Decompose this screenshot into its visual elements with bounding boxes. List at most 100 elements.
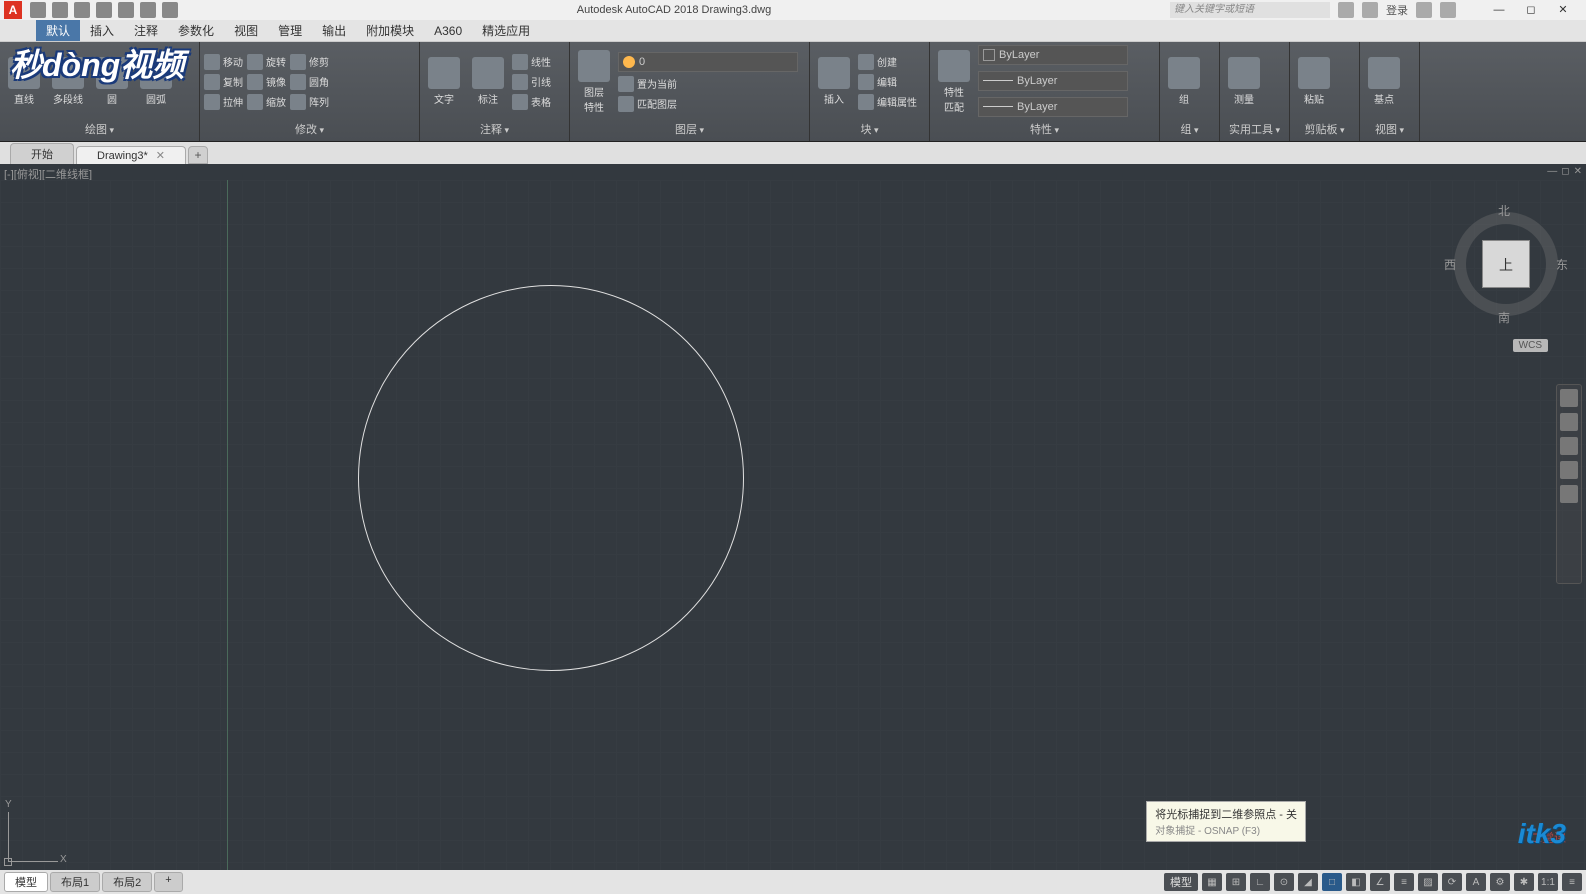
help-icon[interactable] <box>1440 2 1456 18</box>
tab-default[interactable]: 默认 <box>36 20 80 41</box>
basepoint-button[interactable]: 基点 <box>1364 57 1404 106</box>
qat-undo-icon[interactable] <box>140 2 156 18</box>
sb-annovisibility-toggle[interactable]: ✱ <box>1514 873 1534 891</box>
sb-lweight-toggle[interactable]: ≡ <box>1394 873 1414 891</box>
edit-attrib-button[interactable]: 编辑属性 <box>858 94 917 110</box>
tab-a360[interactable]: A360 <box>424 22 472 40</box>
layer-props-button[interactable]: 图层 特性 <box>574 50 614 114</box>
tab-drawing3[interactable]: Drawing3*✕ <box>76 146 186 164</box>
new-tab-button[interactable]: + <box>188 146 208 164</box>
tab-start[interactable]: 开始 <box>10 143 74 164</box>
nav-pan-icon[interactable] <box>1560 413 1578 431</box>
sb-osnap-toggle[interactable]: □ <box>1322 873 1342 891</box>
rotate-button[interactable]: 旋转 <box>247 54 286 70</box>
insert-block-button[interactable]: 插入 <box>814 57 854 106</box>
tab-manage[interactable]: 管理 <box>268 20 312 41</box>
nav-wheel-icon[interactable] <box>1560 389 1578 407</box>
panel-modify-label[interactable]: 修改 <box>204 119 415 139</box>
array-button[interactable]: 阵列 <box>290 94 329 110</box>
viewcube[interactable]: 上 北 南 东 西 <box>1446 204 1566 324</box>
help-search-input[interactable]: 键入关键字或短语 <box>1170 2 1330 18</box>
lineweight-dropdown[interactable]: ByLayer <box>978 71 1128 91</box>
panel-clip-label[interactable]: 剪贴板 <box>1294 119 1355 139</box>
sb-workspace-toggle[interactable]: ⚙ <box>1490 873 1510 891</box>
wcs-badge[interactable]: WCS <box>1513 339 1548 352</box>
tab-insert[interactable]: 插入 <box>80 20 124 41</box>
tab-parametric[interactable]: 参数化 <box>168 20 224 41</box>
panel-block-label[interactable]: 块 <box>814 119 925 139</box>
qat-save-icon[interactable] <box>74 2 90 18</box>
circle-entity[interactable] <box>358 285 744 671</box>
qat-open-icon[interactable] <box>52 2 68 18</box>
nav-zoom-icon[interactable] <box>1560 437 1578 455</box>
sb-transparency-toggle[interactable]: ▨ <box>1418 873 1438 891</box>
window-close-icon[interactable]: ✕ <box>1548 1 1578 19</box>
measure-button[interactable]: 测量 <box>1224 57 1264 106</box>
text-button[interactable]: 文字 <box>424 57 464 106</box>
move-button[interactable]: 移动 <box>204 54 243 70</box>
paste-button[interactable]: 粘贴 <box>1294 57 1334 106</box>
layout2-tab[interactable]: 布局2 <box>102 872 152 892</box>
add-layout-button[interactable]: + <box>154 872 182 892</box>
scale-button[interactable]: 缩放 <box>247 94 286 110</box>
tab-output[interactable]: 输出 <box>312 20 356 41</box>
compass-west[interactable]: 西 <box>1444 256 1456 273</box>
layer-dropdown[interactable]: 0 <box>618 52 798 72</box>
viewport-min-icon[interactable]: — <box>1547 166 1557 177</box>
dimension-button[interactable]: 标注 <box>468 57 508 106</box>
sb-units-toggle[interactable]: 1:1 <box>1538 873 1558 891</box>
panel-view-label[interactable]: 视图 <box>1364 119 1415 139</box>
mirror-button[interactable]: 镜像 <box>247 74 286 90</box>
sb-polar-toggle[interactable]: ⊙ <box>1274 873 1294 891</box>
group-button[interactable]: 组 <box>1164 57 1204 106</box>
viewcube-top-face[interactable]: 上 <box>1482 240 1530 288</box>
create-block-button[interactable]: 创建 <box>858 54 917 70</box>
compass-south[interactable]: 南 <box>1498 309 1510 326</box>
modelspace-tab[interactable]: 模型 <box>4 872 48 892</box>
layout1-tab[interactable]: 布局1 <box>50 872 100 892</box>
qat-plot-icon[interactable] <box>118 2 134 18</box>
panel-layer-label[interactable]: 图层 <box>574 119 805 139</box>
sb-3dosnap-toggle[interactable]: ◧ <box>1346 873 1366 891</box>
panel-draw-label[interactable]: 绘图 <box>4 119 195 139</box>
signin-icon[interactable] <box>1362 2 1378 18</box>
qat-saveas-icon[interactable] <box>96 2 112 18</box>
infocenter-icon[interactable] <box>1338 2 1354 18</box>
panel-annot-label[interactable]: 注释 <box>424 119 565 139</box>
fillet-button[interactable]: 圆角 <box>290 74 329 90</box>
table-button[interactable]: 表格 <box>512 94 551 110</box>
edit-block-button[interactable]: 编辑 <box>858 74 917 90</box>
window-restore-icon[interactable]: ◻ <box>1516 1 1546 19</box>
tab-annotate[interactable]: 注释 <box>124 20 168 41</box>
sb-snap-toggle[interactable]: ⊞ <box>1226 873 1246 891</box>
stretch-button[interactable]: 拉伸 <box>204 94 243 110</box>
sb-customize-button[interactable]: ≡ <box>1562 873 1582 891</box>
sb-cycling-toggle[interactable]: ⟳ <box>1442 873 1462 891</box>
copy-button[interactable]: 复制 <box>204 74 243 90</box>
tab-view[interactable]: 视图 <box>224 20 268 41</box>
nav-orbit-icon[interactable] <box>1560 461 1578 479</box>
exchange-icon[interactable] <box>1416 2 1432 18</box>
compass-east[interactable]: 东 <box>1556 256 1568 273</box>
panel-util-label[interactable]: 实用工具 <box>1224 119 1285 139</box>
linetype-dropdown[interactable]: ByLayer <box>978 97 1128 117</box>
tab-close-icon[interactable]: ✕ <box>156 150 165 162</box>
drawing-canvas[interactable]: [-][俯视][二维线框] — ◻ ✕ Y X 上 北 南 东 西 WCS 将光… <box>0 164 1586 870</box>
sb-model-label[interactable]: 模型 <box>1164 873 1198 891</box>
layer-set-current-button[interactable]: 置为当前 <box>618 76 677 92</box>
linear-dim-button[interactable]: 线性 <box>512 54 551 70</box>
sb-ortho-toggle[interactable]: ∟ <box>1250 873 1270 891</box>
panel-props-label[interactable]: 特性 <box>934 119 1155 139</box>
tab-featured[interactable]: 精选应用 <box>472 20 540 41</box>
sb-isodraft-toggle[interactable]: ◢ <box>1298 873 1318 891</box>
app-logo-icon[interactable]: A <box>4 1 22 19</box>
leader-button[interactable]: 引线 <box>512 74 551 90</box>
match-props-button[interactable]: 特性 匹配 <box>934 50 974 114</box>
sb-otrack-toggle[interactable]: ∠ <box>1370 873 1390 891</box>
trim-button[interactable]: 修剪 <box>290 54 329 70</box>
window-minimize-icon[interactable]: — <box>1484 1 1514 19</box>
nav-showmotion-icon[interactable] <box>1560 485 1578 503</box>
tab-addins[interactable]: 附加模块 <box>356 20 424 41</box>
qat-new-icon[interactable] <box>30 2 46 18</box>
panel-group-label[interactable]: 组 <box>1164 119 1215 139</box>
